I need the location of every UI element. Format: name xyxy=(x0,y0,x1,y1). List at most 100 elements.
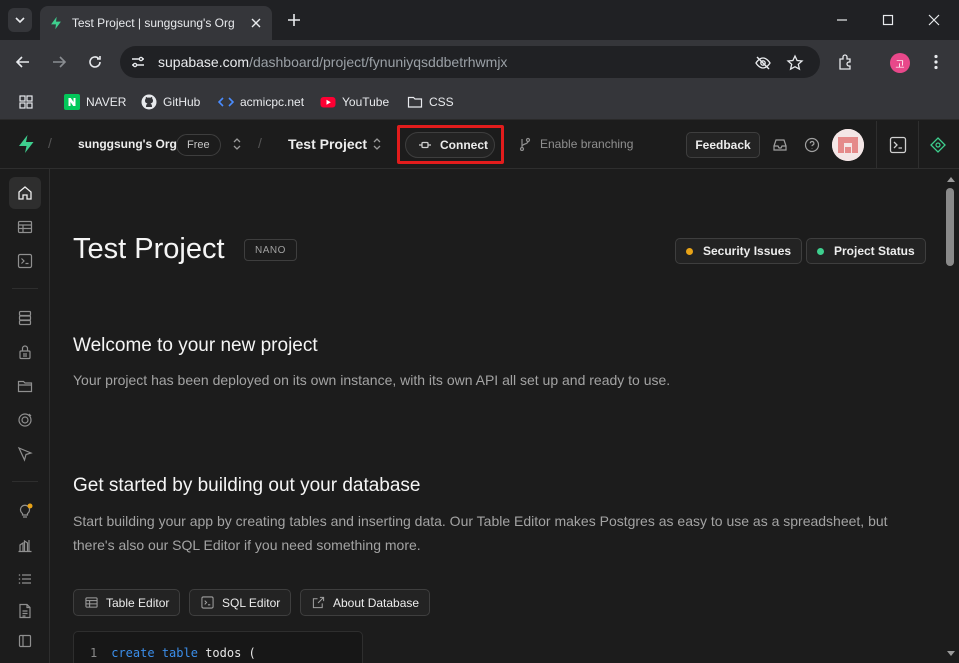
lock-icon xyxy=(19,345,31,360)
table-editor-label: Table Editor xyxy=(106,595,170,610)
forward-button[interactable] xyxy=(47,50,71,74)
url-text: supabase.com/dashboard/project/fynuniyqs… xyxy=(158,54,507,70)
status-dot-icon xyxy=(817,247,824,255)
sidebar-item-sql-editor[interactable] xyxy=(9,245,41,277)
bookmarks-bar: NAVER GitHub acmicpc.net YouTube CSS xyxy=(0,84,959,120)
folder-icon xyxy=(407,94,423,110)
warning-dot-icon xyxy=(686,247,693,255)
get-started-text: Start building your app by creating tabl… xyxy=(73,513,888,553)
sidebar xyxy=(0,169,50,663)
security-issues-button[interactable]: Security Issues xyxy=(675,238,803,264)
code-icon xyxy=(218,94,234,110)
naver-icon xyxy=(64,94,80,110)
profile-avatar[interactable]: 고 xyxy=(890,53,910,73)
reload-icon xyxy=(89,56,101,68)
sql-editor-button[interactable]: SQL Editor xyxy=(189,589,292,616)
apps-button[interactable] xyxy=(18,92,40,112)
git-branch-icon xyxy=(518,137,532,151)
arrow-right-icon xyxy=(53,56,67,68)
bookmark-naver[interactable]: NAVER xyxy=(64,92,126,112)
panel-icon xyxy=(18,634,32,648)
org-name[interactable]: sunggsung's Org xyxy=(78,137,177,151)
close-icon xyxy=(928,14,940,26)
bookmark-github[interactable]: GitHub xyxy=(141,92,200,112)
project-status-button[interactable]: Project Status xyxy=(806,238,926,264)
external-link-icon xyxy=(311,596,325,610)
welcome-text: Your project has been deployed on its ow… xyxy=(73,372,671,388)
maximize-button[interactable] xyxy=(865,0,911,40)
about-database-label: About Database xyxy=(333,595,420,610)
bookmark-css-folder[interactable]: CSS xyxy=(407,92,454,112)
chart-icon xyxy=(18,539,32,553)
back-button[interactable] xyxy=(11,50,35,74)
supabase-logo-icon[interactable] xyxy=(16,134,36,154)
enable-branching-button[interactable]: Enable branching xyxy=(518,137,633,151)
storage-icon xyxy=(17,380,33,393)
ai-assistant-icon[interactable] xyxy=(930,137,946,153)
scroll-up-arrow-icon[interactable] xyxy=(946,175,956,183)
sidebar-collapse-button[interactable] xyxy=(9,625,41,657)
sidebar-item-realtime[interactable] xyxy=(9,404,41,436)
list-icon xyxy=(18,574,31,584)
chevrons-up-down-icon[interactable] xyxy=(231,136,243,152)
bookmark-acmicpc[interactable]: acmicpc.net xyxy=(218,92,304,112)
about-database-button[interactable]: About Database xyxy=(300,589,431,616)
scrollbar-thumb[interactable] xyxy=(946,188,954,266)
code-identifier: todos ( xyxy=(205,646,256,660)
reload-button[interactable] xyxy=(83,50,107,74)
help-icon[interactable] xyxy=(804,137,820,153)
feedback-button[interactable]: Feedback xyxy=(686,132,760,158)
sidebar-item-table-editor[interactable] xyxy=(9,211,41,243)
bookmark-youtube[interactable]: YouTube xyxy=(320,92,389,112)
inbox-icon[interactable] xyxy=(772,137,788,153)
table-editor-button[interactable]: Table Editor xyxy=(73,589,181,616)
sidebar-divider xyxy=(12,481,38,482)
welcome-heading: Welcome to your new project xyxy=(73,335,318,356)
branching-label: Enable branching xyxy=(540,137,634,151)
sidebar-item-advisors[interactable] xyxy=(9,495,41,527)
address-bar[interactable]: supabase.com/dashboard/project/fynuniyqs… xyxy=(120,46,820,78)
project-name[interactable]: Test Project xyxy=(288,136,367,152)
realtime-icon xyxy=(18,413,32,427)
sidebar-item-database[interactable] xyxy=(9,302,41,334)
scroll-down-arrow-icon[interactable] xyxy=(946,650,956,658)
header-divider xyxy=(918,121,919,169)
header-divider xyxy=(876,121,877,169)
sidebar-item-api-docs[interactable] xyxy=(9,595,41,627)
connect-button[interactable]: Connect xyxy=(405,132,495,158)
window-close-button[interactable] xyxy=(911,0,957,40)
code-keyword: create xyxy=(111,646,155,660)
site-info-icon[interactable] xyxy=(130,54,146,70)
chevrons-up-down-icon[interactable] xyxy=(371,136,383,152)
maximize-icon xyxy=(882,14,894,26)
close-icon[interactable] xyxy=(248,15,264,31)
star-icon[interactable] xyxy=(786,54,804,72)
lightbulb-icon xyxy=(19,503,33,518)
sidebar-item-home[interactable] xyxy=(9,177,41,209)
user-avatar[interactable] xyxy=(832,129,864,161)
sidebar-item-logs[interactable] xyxy=(9,563,41,595)
sidebar-item-authentication[interactable] xyxy=(9,336,41,368)
url-host: supabase.com xyxy=(158,54,250,70)
browser-toolbar: supabase.com/dashboard/project/fynuniyqs… xyxy=(0,40,959,84)
sidebar-item-edge-functions[interactable] xyxy=(9,438,41,470)
apps-grid-icon xyxy=(18,94,34,110)
security-issues-label: Security Issues xyxy=(703,244,792,258)
terminal-icon[interactable] xyxy=(889,136,907,154)
extensions-button[interactable] xyxy=(834,50,858,74)
bookmark-label: acmicpc.net xyxy=(240,95,305,109)
sidebar-item-storage[interactable] xyxy=(9,370,41,402)
minimize-button[interactable] xyxy=(819,0,865,40)
breadcrumb-separator: / xyxy=(48,135,52,151)
sidebar-item-reports[interactable] xyxy=(9,529,41,561)
eye-off-icon[interactable] xyxy=(754,54,772,72)
sql-editor-label: SQL Editor xyxy=(222,595,281,610)
browser-tab[interactable]: Test Project | sunggsung's Org xyxy=(40,6,272,40)
bookmark-label: NAVER xyxy=(86,95,127,109)
tab-search-button[interactable] xyxy=(8,8,32,32)
youtube-icon xyxy=(320,94,336,110)
browser-menu-button[interactable] xyxy=(924,50,948,74)
home-icon xyxy=(18,186,32,200)
project-status-label: Project Status xyxy=(834,244,915,258)
new-tab-button[interactable] xyxy=(282,8,306,32)
